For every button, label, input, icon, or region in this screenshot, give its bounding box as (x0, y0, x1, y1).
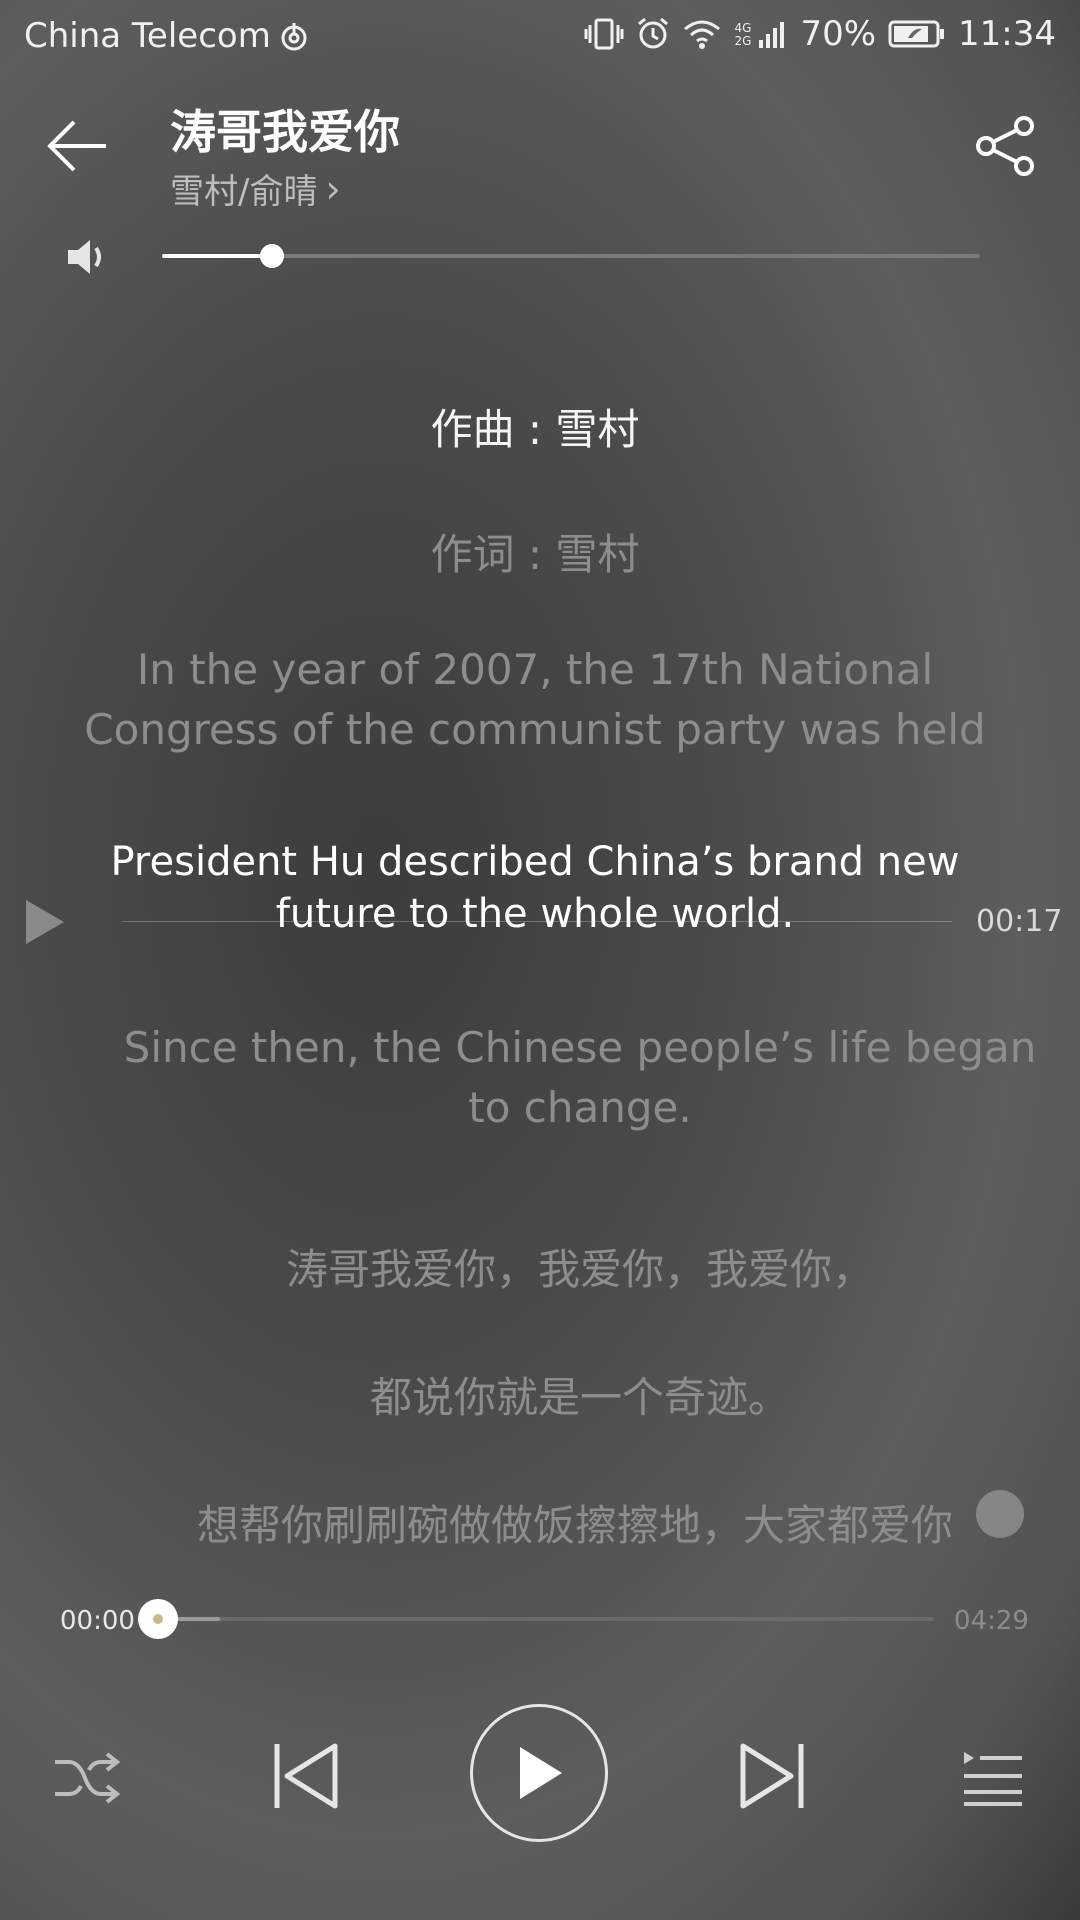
next-button[interactable] (730, 1734, 814, 1818)
battery-icon (888, 20, 945, 48)
lyric-text: future to the whole world. (275, 891, 795, 937)
progress-knob[interactable] (138, 1599, 178, 1639)
lyric-text: Congress of the communist party was held (84, 705, 986, 754)
lyric-line: 作词 : 雪村 (0, 525, 1070, 585)
current-time: 00:00 (60, 1606, 135, 1636)
volume-icon[interactable] (66, 238, 110, 276)
artist-link[interactable]: 雪村/俞晴 › (170, 164, 341, 213)
network-type: 4G 2G (734, 21, 752, 48)
song-title: 涛哥我爱你 (170, 105, 400, 159)
share-button[interactable] (974, 114, 1044, 184)
hotspot-icon (281, 23, 307, 51)
signal-icon (759, 22, 785, 48)
alarm-icon (638, 17, 669, 49)
play-icon (520, 1747, 562, 1799)
vibrate-icon (584, 18, 624, 50)
lyric-text: In the year of 2007, the 17th National (136, 645, 934, 694)
lyric-seek-play-button[interactable] (24, 898, 68, 946)
lyric-line: President Hu described China’s brand new… (0, 836, 1070, 940)
playlist-button[interactable] (952, 1738, 1032, 1818)
floating-assist-button[interactable] (976, 1490, 1024, 1538)
battery-percent: 70% (800, 14, 877, 54)
lyric-text: Since then, the Chinese people’s life be… (123, 1023, 1037, 1072)
lyric-line: 想帮你刷刷碗做做饭擦擦地，大家都爱你 (80, 1496, 1070, 1556)
lyric-text: 作词 : 雪村 (430, 530, 640, 579)
lyric-line: Since then, the Chinese people’s life be… (90, 1018, 1070, 1138)
volume-slider[interactable] (162, 244, 980, 268)
lyric-line: 涛哥我爱你，我爱你，我爱你， (90, 1240, 1070, 1300)
lyric-text: 都说你就是一个奇迹。 (369, 1373, 790, 1422)
chevron-right-icon: › (325, 166, 341, 211)
lyric-seek-line (122, 921, 952, 922)
lyric-text: President Hu described China’s brand new (110, 839, 960, 885)
lyric-line: 都说你就是一个奇迹。 (90, 1368, 1070, 1428)
status-bar: China Telecom 4G 2G 70% 11:34 (0, 0, 1080, 74)
arrow-left-icon (47, 120, 106, 172)
lyric-line: In the year of 2007, the 17th National Co… (0, 640, 1070, 760)
play-button[interactable] (470, 1704, 608, 1842)
lyric-line: 作曲 : 雪村 (0, 400, 1070, 460)
playlist-icon (964, 1752, 1022, 1806)
artist-name: 雪村/俞晴 (170, 172, 318, 212)
total-time: 04:29 (954, 1606, 1029, 1636)
lyric-seek-time: 00:17 (976, 904, 1063, 939)
knob-center-dot (153, 1614, 163, 1624)
back-button[interactable] (46, 118, 126, 178)
previous-icon (274, 1743, 338, 1809)
wifi-icon (684, 20, 721, 49)
next-icon (740, 1743, 804, 1809)
play-triangle-icon (26, 900, 64, 944)
shuffle-icon (55, 1752, 121, 1804)
volume-knob[interactable] (260, 244, 285, 268)
lyric-text: 作曲 : 雪村 (430, 405, 640, 454)
share-icon (976, 116, 1034, 176)
lyric-text: 想帮你刷刷碗做做饭擦擦地，大家都爱你 (196, 1501, 953, 1550)
lyric-text: to change. (468, 1083, 692, 1132)
carrier-name: China Telecom (24, 16, 271, 56)
volume-fill (162, 254, 273, 258)
status-icons: 4G 2G 70% 11:34 (584, 14, 1056, 54)
cellular-signal: 4G 2G (734, 20, 788, 48)
lyric-text: 涛哥我爱你，我爱你，我爱你， (285, 1245, 874, 1294)
playback-progress-bar[interactable] (138, 1599, 934, 1639)
clock: 11:34 (958, 14, 1056, 54)
shuffle-button[interactable] (46, 1738, 126, 1818)
carrier-group: China Telecom (24, 16, 309, 56)
previous-button[interactable] (264, 1734, 348, 1818)
